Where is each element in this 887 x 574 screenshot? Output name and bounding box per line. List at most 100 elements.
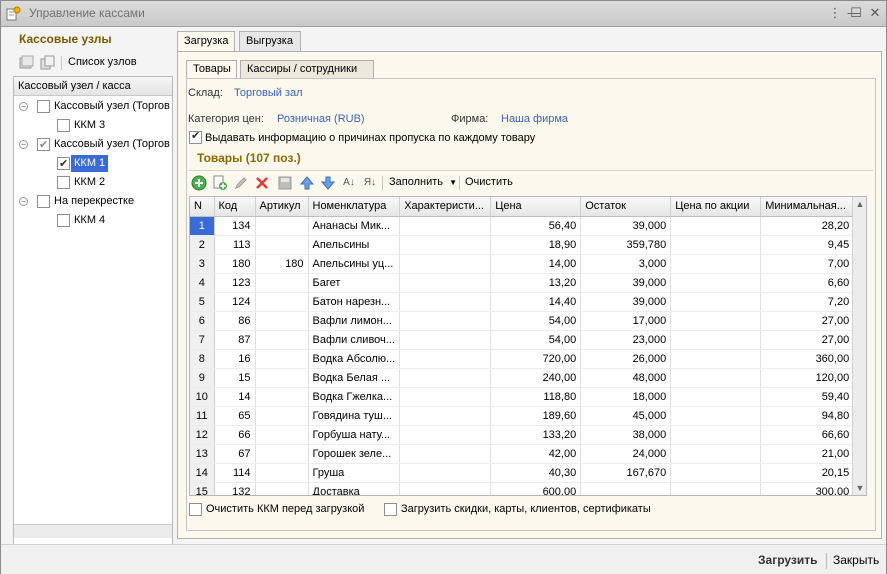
cell-promo-price[interactable] (670, 425, 762, 445)
scroll-down-icon[interactable]: ▼ (853, 481, 866, 495)
cell-promo-price[interactable] (670, 273, 762, 293)
cell-stock[interactable]: 26,000 (580, 349, 672, 369)
cell-min-price[interactable]: 300,00 (760, 482, 855, 495)
cell-price[interactable]: 600,00 (490, 482, 582, 495)
cell-stock[interactable]: 17,000 (580, 311, 672, 331)
table-row[interactable]: 8 16 Водка Абсолю... 720,00 26,000 360,00 (190, 349, 855, 369)
cell-price[interactable]: 42,00 (490, 444, 582, 464)
cell-price[interactable]: 240,00 (490, 368, 582, 388)
cell-article[interactable] (255, 216, 309, 236)
cell-article[interactable] (255, 368, 309, 388)
node-checkbox[interactable] (57, 176, 70, 189)
cell-nomenclature[interactable]: Вафли лимон... (308, 311, 401, 331)
cell-n[interactable]: 13 (190, 444, 215, 464)
cell-stock[interactable]: 39,000 (580, 273, 672, 293)
cell-code[interactable]: 114 (214, 463, 256, 483)
cell-stock[interactable]: 23,000 (580, 330, 672, 350)
cell-price[interactable]: 13,20 (490, 273, 582, 293)
cell-price[interactable]: 14,40 (490, 292, 582, 312)
sort-asc-icon[interactable]: A↓ (341, 175, 357, 191)
cell-stock[interactable] (580, 482, 672, 495)
skip-reason-checkbox[interactable] (189, 129, 202, 144)
col-price[interactable]: Цена (490, 197, 582, 217)
more-icon[interactable]: ⋮ (827, 5, 843, 21)
cell-stock[interactable]: 39,000 (580, 216, 672, 236)
cell-promo-price[interactable] (670, 216, 762, 236)
move-down-icon[interactable] (320, 175, 336, 191)
col-stock[interactable]: Остаток (580, 197, 672, 217)
cell-article[interactable] (255, 444, 309, 464)
table-row[interactable]: 5 124 Батон нарезн... 14,40 39,000 7,20 (190, 292, 855, 312)
col-n[interactable]: N (190, 197, 215, 217)
col-article[interactable]: Артикул (255, 197, 309, 217)
cell-article[interactable] (255, 273, 309, 293)
col-characteristic[interactable]: Характеристи... (399, 197, 492, 217)
cell-promo-price[interactable] (670, 349, 762, 369)
cell-characteristic[interactable] (399, 482, 492, 495)
cell-nomenclature[interactable]: Водка Гжелка... (308, 387, 401, 407)
cell-characteristic[interactable] (399, 444, 492, 464)
cell-stock[interactable]: 38,000 (580, 425, 672, 445)
cell-code[interactable]: 113 (214, 235, 256, 255)
cell-code[interactable]: 180 (214, 254, 256, 274)
cell-price[interactable]: 40,30 (490, 463, 582, 483)
table-row[interactable]: 4 123 Багет 13,20 39,000 6,60 (190, 273, 855, 293)
cell-code[interactable]: 132 (214, 482, 256, 495)
cell-stock[interactable]: 39,000 (580, 292, 672, 312)
cell-code[interactable]: 66 (214, 425, 256, 445)
cell-promo-price[interactable] (670, 406, 762, 426)
cash-nodes-tree[interactable]: Кассовый узел / касса − Кассовый узел (Т… (13, 76, 173, 566)
table-row[interactable]: 2 113 Апельсины 18,90 359,780 9,45 (190, 235, 855, 255)
load-button[interactable]: Загрузить (758, 553, 817, 567)
clear-button[interactable]: Очистить (465, 176, 513, 188)
cell-min-price[interactable]: 7,00 (760, 254, 855, 274)
cell-promo-price[interactable] (670, 482, 762, 495)
cell-n[interactable]: 5 (190, 292, 215, 312)
cell-code[interactable]: 14 (214, 387, 256, 407)
cell-promo-price[interactable] (670, 330, 762, 350)
cell-nomenclature[interactable]: Ананасы Мик... (308, 216, 401, 236)
copy-icon[interactable] (40, 55, 55, 70)
tree-node[interactable]: ККМ 4 (14, 211, 172, 230)
table-row[interactable]: 15 132 Доставка 600,00 300,00 (190, 482, 855, 495)
add-copy-icon[interactable] (212, 175, 228, 191)
cell-price[interactable]: 133,20 (490, 425, 582, 445)
cell-characteristic[interactable] (399, 406, 492, 426)
cell-promo-price[interactable] (670, 254, 762, 274)
cell-nomenclature[interactable]: Доставка (308, 482, 401, 495)
cell-article[interactable] (255, 387, 309, 407)
tab-load[interactable]: Загрузка (177, 31, 235, 52)
cell-min-price[interactable]: 27,00 (760, 311, 855, 331)
tree-node[interactable]: − На перекрестке (14, 192, 172, 211)
cell-code[interactable]: 134 (214, 216, 256, 236)
cell-code[interactable]: 124 (214, 292, 256, 312)
cell-stock[interactable]: 45,000 (580, 406, 672, 426)
goods-grid[interactable]: N Код Артикул Номенклатура Характеристи.… (189, 196, 867, 496)
col-nomenclature[interactable]: Номенклатура (308, 197, 401, 217)
cell-promo-price[interactable] (670, 292, 762, 312)
cell-characteristic[interactable] (399, 216, 492, 236)
table-row[interactable]: 6 86 Вафли лимон... 54,00 17,000 27,00 (190, 311, 855, 331)
cell-price[interactable]: 54,00 (490, 311, 582, 331)
tree-node[interactable]: ККМ 1 (14, 154, 172, 174)
tree-node[interactable]: ККМ 2 (14, 173, 172, 192)
cell-nomenclature[interactable]: Батон нарезн... (308, 292, 401, 312)
collapse-icon[interactable]: − (19, 197, 28, 206)
refresh-icon[interactable] (19, 55, 34, 70)
cell-n[interactable]: 10 (190, 387, 215, 407)
scroll-up-icon[interactable]: ▲ (853, 197, 866, 211)
cell-nomenclature[interactable]: Багет (308, 273, 401, 293)
cell-min-price[interactable]: 6,60 (760, 273, 855, 293)
cell-price[interactable]: 720,00 (490, 349, 582, 369)
cell-price[interactable]: 189,60 (490, 406, 582, 426)
cell-n[interactable]: 3 (190, 254, 215, 274)
collapse-icon[interactable]: − (19, 102, 28, 111)
cell-price[interactable]: 118,80 (490, 387, 582, 407)
cell-n[interactable]: 11 (190, 406, 215, 426)
cell-price[interactable]: 18,90 (490, 235, 582, 255)
cell-code[interactable]: 86 (214, 311, 256, 331)
cell-nomenclature[interactable]: Горошек зеле... (308, 444, 401, 464)
cell-min-price[interactable]: 59,40 (760, 387, 855, 407)
sort-desc-icon[interactable]: Я↓ (362, 175, 378, 191)
node-checkbox[interactable] (37, 100, 50, 113)
